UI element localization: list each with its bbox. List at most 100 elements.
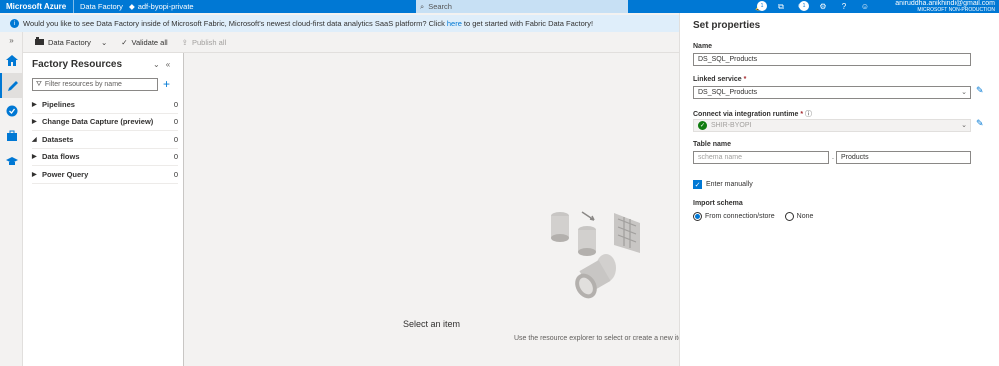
required-asterisk: * (800, 111, 804, 118)
filter-input[interactable]: ⛛ Filter resources by name (32, 78, 158, 91)
left-nav: » (0, 32, 23, 366)
linked-service-label-text: Linked service (693, 76, 742, 83)
brand-title[interactable]: Microsoft Azure (0, 2, 73, 11)
publish-all-button[interactable]: ⇪ Publish all (182, 38, 226, 47)
breadcrumb-factory[interactable]: ◆ adf-byopi-private (129, 2, 194, 11)
tree-item-count: 0 (173, 134, 178, 144)
filter-placeholder: Filter resources by name (44, 81, 122, 88)
top-bar: Microsoft Azure Data Factory ◆ adf-byopi… (0, 0, 999, 13)
properties-title: Set properties (693, 20, 761, 31)
header-icons: 🔔1 ⧉ 🗨1 ⚙ ? ☺ (755, 0, 870, 13)
hide-panel-icon[interactable]: « (166, 60, 170, 69)
filter-icon: ⛛ (36, 80, 42, 88)
linked-service-select[interactable]: DS_SQL_Products ⌄ (693, 86, 971, 99)
table-separator-dot: . (832, 154, 834, 161)
tree-item-power-query[interactable]: ▶ Power Query 0 (32, 166, 178, 184)
runtime-value: SHIR-BYOPI (711, 122, 752, 129)
search-placeholder: Search (428, 2, 452, 11)
chevron-down-icon: ⌄ (961, 89, 967, 96)
import-schema-label: Import schema (693, 200, 743, 207)
validate-all-label: Validate all (131, 37, 168, 47)
runtime-label-text: Connect via integration runtime (693, 111, 799, 118)
manage-toolbox-icon[interactable] (0, 123, 23, 148)
tree-item-count: 0 (173, 99, 178, 109)
success-check-icon: ✓ (698, 121, 707, 130)
canvas-empty-state: Select an item Use the resource explorer… (184, 53, 683, 366)
edit-runtime-pencil-icon[interactable]: ✎ (976, 118, 984, 129)
radio-unselected-icon (784, 212, 794, 221)
publish-icon: ⇪ (181, 37, 188, 47)
monitor-icon[interactable] (0, 98, 23, 123)
learning-center-icon[interactable] (0, 148, 23, 173)
info-circle-icon[interactable]: ⓘ (805, 111, 812, 118)
publish-all-label: Publish all (191, 37, 227, 47)
enter-manually-label: Enter manually (706, 181, 753, 188)
tree-item-label: Datasets (42, 134, 74, 144)
chevron-down-icon: ⌄ (100, 37, 108, 47)
caret-right-icon: ▶ (32, 154, 37, 161)
linked-service-value: DS_SQL_Products (698, 89, 758, 96)
banner-link[interactable]: here (447, 19, 462, 28)
add-resource-button[interactable]: + (163, 77, 170, 91)
data-factory-label: Data Factory (48, 37, 91, 47)
user-account[interactable]: aniruddha.anikhindi@gmail.com MICROSOFT … (895, 0, 995, 14)
tree-item-label: Data flows (42, 152, 80, 162)
empty-state-title: Select an item (402, 319, 461, 329)
help-icon[interactable]: ? (839, 2, 849, 12)
alerts-icon[interactable]: 🗨1 (797, 0, 809, 12)
name-field[interactable]: DS_SQL_Products (693, 53, 971, 66)
tree-item-count: 0 (173, 169, 178, 179)
expand-nav-icon[interactable]: » (0, 32, 23, 48)
empty-state-illustration-icon (551, 211, 640, 299)
table-name-input[interactable]: Products (836, 151, 971, 164)
caret-right-icon: ▶ (32, 101, 37, 108)
bell-icon[interactable]: 🔔1 (755, 0, 767, 12)
resource-tree: ▶ Pipelines 0 ▶ Change Data Capture (pre… (32, 96, 178, 184)
tree-item-data-flows[interactable]: ▶ Data flows 0 (32, 149, 178, 166)
breadcrumb-service[interactable]: Data Factory (73, 0, 129, 13)
caret-right-icon: ▶ (32, 119, 37, 126)
radio-label: From connection/store (705, 213, 775, 220)
author-pencil-icon[interactable] (0, 73, 23, 98)
radio-selected-icon (693, 212, 702, 221)
schema-name-input[interactable]: schema name (693, 151, 829, 164)
panel-controls: ⌄ « (153, 60, 170, 69)
radio-none[interactable]: None (784, 212, 814, 221)
tree-item-label: Power Query (42, 169, 89, 179)
tree-item-count: 0 (173, 117, 178, 127)
empty-state-subtitle: Use the resource explorer to select or c… (514, 335, 683, 342)
gear-icon[interactable]: ⚙ (818, 2, 828, 12)
info-icon: i (10, 19, 19, 28)
validate-all-button[interactable]: ✓ Validate all (121, 38, 167, 47)
data-factory-button[interactable]: Data Factory ⌄ (35, 37, 107, 47)
checkmark-icon: ✓ (121, 37, 128, 47)
toolbar: Data Factory ⌄ ✓ Validate all ⇪ Publish … (23, 32, 679, 53)
tree-item-change-data-capture[interactable]: ▶ Change Data Capture (preview) 0 (32, 114, 178, 131)
collapse-all-icon[interactable]: ⌄ (153, 60, 160, 69)
factory-name: adf-byopi-private (137, 2, 194, 11)
radio-from-connection[interactable]: From connection/store (693, 212, 775, 221)
factory-resources-panel: Factory Resources ⌄ « ⛛ Filter resources… (23, 53, 184, 366)
search-icon: ⌕ (420, 1, 425, 11)
feedback-icon[interactable]: ⧉ (776, 2, 786, 12)
search-input[interactable]: ⌕ Search (416, 0, 628, 13)
tree-item-count: 0 (173, 152, 178, 162)
tree-item-label: Change Data Capture (preview) (42, 117, 154, 127)
caret-right-icon: ▶ (32, 171, 37, 178)
runtime-label: Connect via integration runtime * ⓘ (693, 109, 812, 119)
set-properties-panel: Set properties Name DS_SQL_Products Link… (679, 13, 999, 366)
fabric-banner: i Would you like to see Data Factory ins… (0, 15, 679, 32)
tree-item-pipelines[interactable]: ▶ Pipelines 0 (32, 96, 178, 114)
edit-linked-service-pencil-icon[interactable]: ✎ (976, 85, 984, 96)
enter-manually-checkbox[interactable]: ✓ Enter manually (693, 180, 753, 189)
runtime-select[interactable]: ✓ SHIR-BYOPI ⌄ (693, 119, 971, 132)
caret-expanded-icon: ◢ (32, 136, 37, 143)
home-icon[interactable] (0, 48, 23, 73)
tree-item-datasets[interactable]: ◢ Datasets 0 (32, 131, 178, 149)
import-schema-options: From connection/store None (693, 212, 813, 221)
person-feedback-icon[interactable]: ☺ (860, 2, 870, 12)
radio-label: None (796, 213, 814, 220)
name-label: Name (693, 43, 713, 50)
factory-icon: ◆ (128, 2, 135, 11)
user-email: aniruddha.anikhindi@gmail.com (895, 0, 995, 7)
